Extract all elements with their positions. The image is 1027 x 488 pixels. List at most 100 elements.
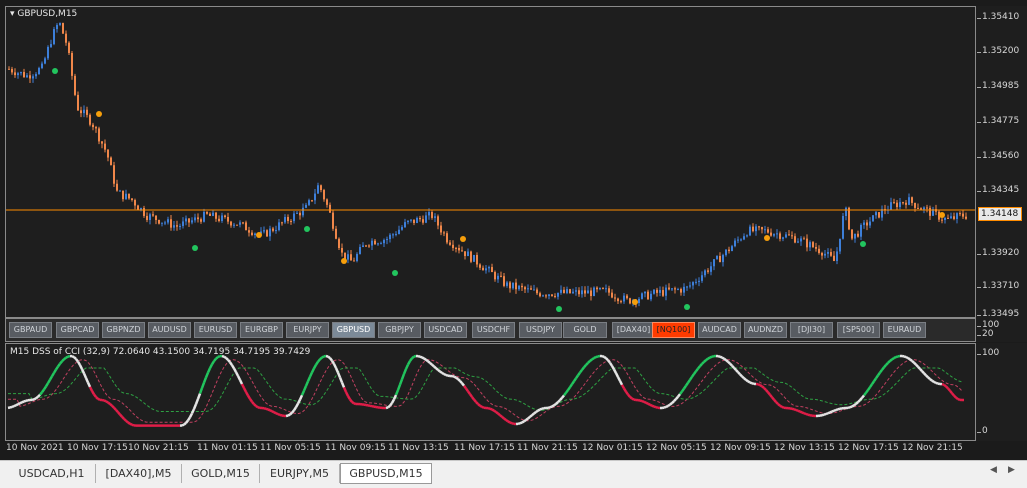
dss-main-line — [558, 400, 560, 402]
dss-main-line — [590, 359, 592, 361]
symbol-button-nq100[interactable]: [NQ100] — [652, 322, 695, 338]
dss-main-line — [74, 357, 76, 359]
sell-signal-dot — [256, 232, 262, 238]
tab-gbpusd-m15[interactable]: GBPUSD,M15 — [340, 463, 432, 484]
dss-main-line — [892, 358, 894, 359]
dss-main-line — [610, 363, 612, 366]
symbol-button-gbpaud[interactable]: GBPAUD — [9, 322, 52, 338]
dss-main-line — [440, 372, 442, 373]
candle-body — [830, 252, 832, 256]
candle-body — [899, 202, 901, 207]
candle-body — [824, 254, 826, 256]
candle-body — [203, 212, 205, 222]
candle-body — [422, 219, 424, 223]
dss-main-line — [724, 359, 726, 360]
dss-main-line — [338, 373, 340, 378]
symbol-button-gbpjpy[interactable]: GBPJPY — [378, 322, 421, 338]
dss-main-line — [676, 397, 678, 399]
symbol-button-usdchf[interactable]: USDCHF — [472, 322, 515, 338]
dss-main-line — [244, 388, 246, 392]
dss-main-line — [926, 375, 928, 377]
candle-body — [356, 254, 358, 261]
tab-gold-m15[interactable]: GOLD,M15 — [182, 464, 260, 483]
dss-main-line — [776, 402, 778, 404]
candle-body — [479, 264, 481, 267]
dss-main-line — [618, 377, 620, 381]
candle-body — [599, 288, 601, 289]
symbol-button-dax40[interactable]: [DAX40] — [612, 322, 655, 338]
candle-body — [818, 249, 820, 253]
dss-main-line — [830, 412, 832, 413]
dss-main-line — [396, 390, 398, 395]
terminal-frame: ▾ GBPUSD,M15 1.354101.352001.349851.3477… — [0, 0, 1027, 460]
symbol-button-gbpcad[interactable]: GBPCAD — [56, 322, 99, 338]
dss-main-line — [92, 391, 94, 394]
price-chart-pane[interactable]: ▾ GBPUSD,M15 — [5, 6, 976, 318]
dss-main-line — [928, 377, 930, 379]
dss-main-line — [490, 409, 492, 410]
dss-main-line — [354, 403, 356, 404]
button-pane-axis: 100 20 — [976, 318, 1027, 342]
dss-main-line — [470, 394, 472, 397]
dss-main-line — [700, 364, 702, 366]
dss-main-line — [130, 424, 132, 425]
dss-main-line — [894, 357, 896, 358]
candle-body — [656, 290, 658, 293]
dss-main-line — [236, 372, 238, 376]
candle-body — [74, 76, 76, 95]
symbol-button-euraud[interactable]: EURAUD — [883, 322, 926, 338]
dss-main-line — [834, 410, 836, 411]
symbol-button-gold[interactable]: GOLD — [563, 322, 607, 338]
tab-dax40-m5[interactable]: [DAX40],M5 — [96, 464, 182, 483]
symbol-button-eurgbp[interactable]: EURGBP — [240, 322, 283, 338]
candle-body — [23, 72, 25, 77]
candle-body — [845, 208, 847, 216]
symbol-button-usdcad[interactable]: USDCAD — [424, 322, 467, 338]
candle-body — [545, 295, 547, 296]
dss-main-line — [90, 387, 92, 391]
symbol-button-audnzd[interactable]: AUDNZD — [744, 322, 787, 338]
dss-main-line — [780, 406, 782, 407]
symbol-button-usdjpy[interactable]: USDJPY — [519, 322, 562, 338]
candle-body — [185, 218, 187, 221]
tab-usdcad-h1[interactable]: USDCAD,H1 — [8, 464, 96, 483]
dss-main-line — [196, 399, 198, 404]
candle-body — [644, 292, 646, 294]
symbol-button-audcad[interactable]: AUDCAD — [698, 322, 741, 338]
dss-main-line — [886, 363, 888, 365]
dss-main-line — [642, 401, 644, 402]
indicator-pane[interactable]: M15 DSS of CCI (32,9) 72.0640 43.1500 34… — [5, 343, 976, 441]
candle-body — [917, 208, 919, 209]
buy-signal-dot — [192, 245, 198, 251]
candle-body — [188, 218, 190, 222]
candle-body — [191, 220, 193, 222]
dss-main-line — [306, 381, 308, 386]
symbol-button-gbpusd[interactable]: GBPUSD — [332, 322, 375, 338]
sell-signal-dot — [939, 212, 945, 218]
candle-body — [245, 222, 247, 230]
candle-body — [461, 250, 463, 251]
candle-body — [158, 220, 160, 224]
dss-main-line — [564, 393, 566, 396]
candle-body — [755, 226, 757, 231]
candle-body — [740, 239, 742, 240]
symbol-button-dji30[interactable]: [DJI30] — [790, 322, 833, 338]
symbol-button-eurjpy[interactable]: EURJPY — [286, 322, 329, 338]
scroll-left-icon[interactable]: ◀ — [990, 465, 997, 475]
symbol-button-eurusd[interactable]: EURUSD — [194, 322, 237, 338]
dss-main-line — [628, 395, 630, 397]
dss-main-line — [534, 412, 536, 414]
tab-eurjpy-m5[interactable]: EURJPY,M5 — [260, 464, 340, 483]
dss-main-line — [568, 387, 570, 390]
dss-main-line — [640, 400, 642, 401]
candle-body — [452, 245, 454, 248]
candle-body — [11, 69, 13, 72]
candle-body — [119, 191, 121, 192]
candle-body — [731, 246, 733, 251]
symbol-button-gbpnzd[interactable]: GBPNZD — [102, 322, 145, 338]
scroll-right-icon[interactable]: ▶ — [1008, 465, 1015, 475]
candle-body — [863, 222, 865, 224]
symbol-button-sp500[interactable]: [SP500] — [837, 322, 880, 338]
symbol-button-audusd[interactable]: AUDUSD — [148, 322, 191, 338]
candle-body — [509, 282, 511, 288]
